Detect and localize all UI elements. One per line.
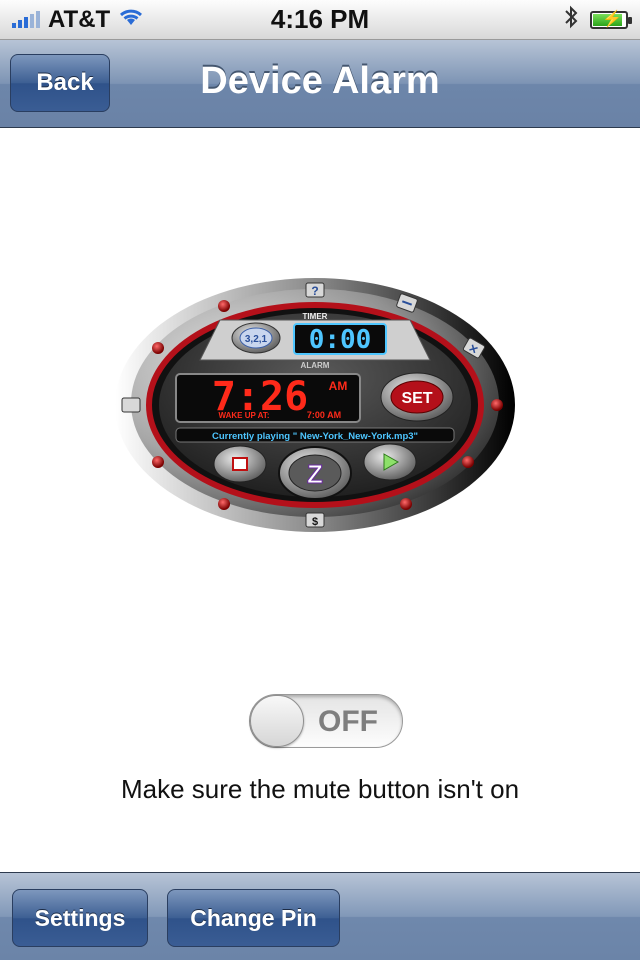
alarm-ampm: AM: [329, 379, 348, 393]
play-button[interactable]: [363, 443, 417, 481]
alarm-label: ALARM: [301, 361, 330, 370]
bluetooth-icon: [564, 4, 578, 36]
status-bar: AT&T 4:16 PM ⚡: [0, 0, 640, 40]
moon-icon[interactable]: [121, 397, 141, 413]
wifi-icon: [118, 7, 144, 33]
wake-time: 7:00 AM: [307, 410, 341, 420]
carrier-name: AT&T: [48, 5, 111, 33]
stop-button[interactable]: [213, 445, 267, 483]
snooze-button[interactable]: Z: [278, 446, 352, 500]
snooze-label: Z: [307, 459, 323, 489]
help-icon[interactable]: ?: [305, 282, 325, 298]
bottom-toolbar: Settings Change Pin: [0, 872, 640, 960]
charging-bolt-icon: ⚡: [602, 10, 622, 28]
timer-value: 0:00: [309, 325, 372, 355]
battery-icon: ⚡: [590, 10, 632, 29]
wake-label: WAKE UP AT:: [219, 411, 270, 420]
toggle-label: OFF: [318, 705, 378, 738]
settings-button[interactable]: Settings: [12, 889, 148, 947]
alarm-toggle-switch[interactable]: OFF: [249, 694, 403, 748]
set-button[interactable]: SET: [380, 372, 454, 422]
money-icon-label: $: [312, 516, 318, 528]
signal-icon: [12, 10, 40, 28]
alarm-display: 7:26 AM WAKE UP AT: 7:00 AM: [175, 373, 361, 423]
navigation-bar: Device Alarm Back: [0, 40, 640, 128]
now-playing-text: Currently playing " New-York_New-York.mp…: [212, 431, 418, 442]
status-right: ⚡: [564, 4, 632, 36]
money-icon[interactable]: $: [305, 512, 325, 528]
help-icon-label: ?: [311, 284, 318, 298]
mute-warning-message: Make sure the mute button isn't on: [120, 774, 520, 804]
status-left: AT&T: [12, 6, 144, 34]
change-pin-button[interactable]: Change Pin: [167, 889, 340, 947]
set-label: SET: [401, 390, 432, 407]
toggle-knob[interactable]: [250, 695, 304, 747]
countdown-label: 3,2,1: [245, 334, 268, 345]
alarm-clock-widget: ? ✕ $ TIMER 3,2,1 0:00 ALARM 7:26 AM WAK…: [110, 270, 520, 540]
countdown-button[interactable]: 3,2,1: [231, 322, 281, 354]
now-playing-bar: Currently playing " New-York_New-York.mp…: [175, 427, 455, 443]
back-button[interactable]: Back: [10, 54, 110, 112]
timer-label: TIMER: [303, 312, 328, 321]
timer-display: 0:00: [293, 323, 387, 355]
